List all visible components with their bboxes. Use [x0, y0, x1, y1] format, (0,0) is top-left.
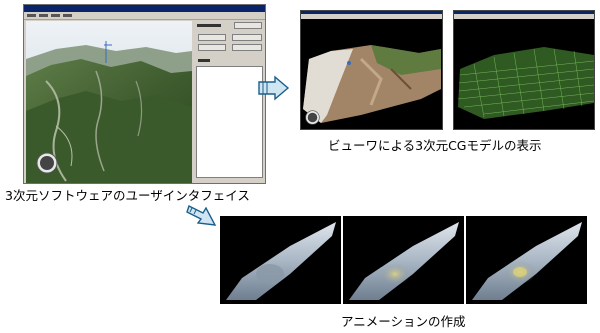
arrow-down-right-icon — [186, 205, 217, 226]
menu-item[interactable] — [51, 14, 60, 17]
arrow-right-icon — [258, 75, 290, 101]
animation-frame-render — [472, 222, 582, 300]
panel-button[interactable] — [198, 34, 226, 41]
viewer-caption: ビューワによる3次元CGモデルの表示 — [328, 138, 542, 153]
compass-icon[interactable] — [305, 110, 320, 125]
control-panel — [194, 21, 265, 183]
layer-list[interactable] — [196, 66, 263, 178]
viewer-window-2 — [453, 10, 595, 130]
viewer-window-1 — [300, 10, 443, 130]
animation-frame-1 — [220, 216, 341, 304]
panel-button[interactable] — [232, 34, 262, 41]
animation-frame-render — [349, 222, 459, 300]
viewer-toolbar — [454, 11, 594, 19]
window-title-bar — [24, 5, 265, 12]
menu-item[interactable] — [27, 14, 36, 17]
terrain-viewport[interactable] — [26, 21, 192, 183]
animation-caption: アニメーションの作成 — [341, 314, 466, 329]
panel-button[interactable] — [198, 44, 226, 51]
menu-item[interactable] — [39, 14, 48, 17]
software-window — [23, 4, 266, 184]
wireframe-model-render — [457, 47, 594, 119]
panel-label — [197, 24, 221, 27]
list-label — [198, 59, 210, 62]
menu-bar — [24, 12, 265, 20]
panel-dropdown[interactable] — [234, 22, 262, 29]
panel-button[interactable] — [232, 44, 262, 51]
animation-frame-2 — [343, 216, 464, 304]
landslide-model-render — [303, 45, 441, 123]
animation-frame-3 — [466, 216, 587, 304]
animation-frame-render — [226, 222, 336, 300]
compass-icon[interactable] — [36, 152, 58, 174]
menu-item[interactable] — [63, 14, 72, 17]
viewer-toolbar — [301, 11, 442, 19]
